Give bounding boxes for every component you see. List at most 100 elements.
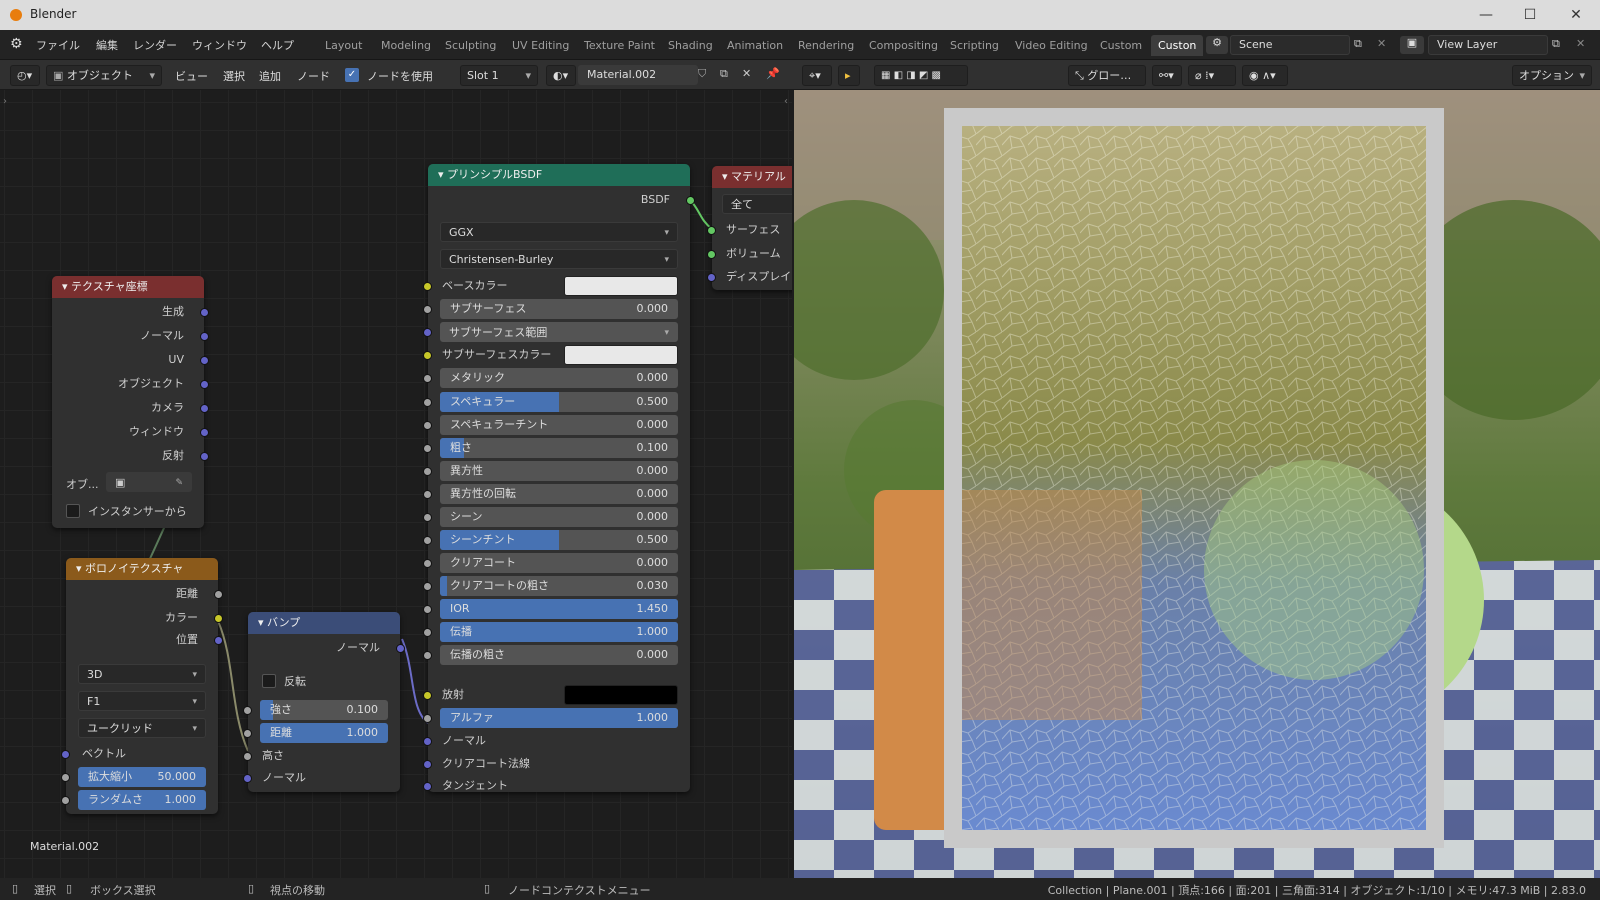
emission-color-swatch[interactable] — [564, 685, 678, 705]
menu-edit[interactable]: 編集 — [96, 37, 118, 53]
object-picker-field[interactable]: ▣ ✎ — [106, 472, 192, 492]
pivot-icon[interactable]: ⚯▾ — [1152, 65, 1182, 86]
socket[interactable] — [423, 444, 432, 453]
tab-compositing[interactable]: Compositing — [862, 35, 945, 56]
distribution-dropdown[interactable]: GGX ▾ — [440, 222, 678, 242]
socket[interactable] — [423, 282, 432, 291]
socket[interactable] — [423, 305, 432, 314]
socket[interactable] — [423, 605, 432, 614]
pin-icon[interactable]: 📌 — [766, 67, 780, 80]
menu-add[interactable]: 追加 — [259, 68, 281, 84]
feature-dropdown[interactable]: F1 ▾ — [78, 691, 206, 711]
bsdf-value-field[interactable]: シーン 0.000 — [440, 507, 678, 527]
bsdf-value-field[interactable]: 異方性の回転 0.000 — [440, 484, 678, 504]
strength-field[interactable]: 強さ 0.100 — [260, 700, 388, 720]
bsdf-value-field[interactable]: 伝播 1.000 — [440, 622, 678, 642]
tab-scripting[interactable]: Scripting — [943, 35, 1006, 56]
menu-render[interactable]: レンダー — [133, 37, 177, 53]
3d-viewport[interactable] — [794, 90, 1600, 878]
view-layer-field[interactable]: View Layer — [1428, 35, 1548, 55]
bump-node[interactable]: ▾ バンプ ノーマル 反転 強さ 0.100 距離 1.000 高さ ノーマル — [243, 612, 405, 792]
socket[interactable] — [243, 706, 252, 715]
bsdf-value-field[interactable]: クリアコート 0.000 — [440, 553, 678, 573]
blender-menu-icon[interactable]: ⚙ — [10, 36, 23, 52]
menu-select[interactable]: 選択 — [223, 68, 245, 84]
socket[interactable] — [200, 428, 209, 437]
bsdf-value-field[interactable]: シーンチント 0.500 — [440, 530, 678, 550]
socket[interactable] — [243, 774, 252, 783]
fake-user-icon[interactable]: ⛉ — [698, 67, 706, 81]
snap-icon[interactable]: ⌀ ⁞▾ — [1188, 65, 1236, 86]
socket[interactable] — [423, 328, 432, 337]
bsdf-value-field[interactable]: アルファ 1.000 — [440, 708, 678, 728]
socket[interactable] — [423, 651, 432, 660]
slot-dropdown[interactable]: Slot 1 ▾ — [460, 65, 538, 86]
tab-custom[interactable]: Custom — [1093, 35, 1149, 56]
socket[interactable] — [423, 691, 432, 700]
bsdf-value-field[interactable]: IOR 1.450 — [440, 599, 678, 619]
socket[interactable] — [423, 628, 432, 637]
socket[interactable] — [423, 421, 432, 430]
socket[interactable] — [423, 536, 432, 545]
minimize-icon[interactable]: — — [1468, 4, 1504, 26]
socket[interactable] — [423, 513, 432, 522]
dimensions-dropdown[interactable]: 3D ▾ — [78, 664, 206, 684]
duplicate-material-icon[interactable]: ⧉ — [720, 67, 728, 81]
randomness-field[interactable]: ランダムさ 1.000 — [78, 790, 206, 810]
menu-view[interactable]: ビュー — [175, 68, 208, 84]
socket[interactable] — [214, 636, 223, 645]
tab-sculpting[interactable]: Sculpting — [438, 35, 503, 56]
node-editor-canvas[interactable]: › ‹ ▾ テクスチャ座標 生成 ノーマル UV オブジェクト カメラ ウィンド… — [0, 90, 792, 878]
new-view-layer-icon[interactable]: ⧉ — [1552, 37, 1560, 51]
tab-video-editing[interactable]: Video Editing — [1008, 35, 1095, 56]
bsdf-value-field[interactable]: サブサーフェス 0.000 — [440, 299, 678, 319]
socket[interactable] — [707, 273, 716, 282]
bsdf-value-field[interactable]: 異方性 0.000 — [440, 461, 678, 481]
socket[interactable] — [423, 559, 432, 568]
tab-uv-editing[interactable]: UV Editing — [505, 35, 576, 56]
scale-field[interactable]: 拡大縮小 50.000 — [78, 767, 206, 787]
socket[interactable] — [423, 467, 432, 476]
delete-scene-icon[interactable]: ✕ — [1377, 37, 1386, 50]
socket[interactable] — [707, 226, 716, 235]
socket[interactable] — [423, 737, 432, 746]
subsurface-method-dropdown[interactable]: Christensen-Burley ▾ — [440, 249, 678, 269]
bsdf-value-field[interactable]: 伝播の粗さ 0.000 — [440, 645, 678, 665]
socket[interactable] — [243, 729, 252, 738]
tab-rendering[interactable]: Rendering — [791, 35, 861, 56]
new-scene-icon[interactable]: ⧉ — [1354, 37, 1362, 51]
socket[interactable] — [423, 490, 432, 499]
socket[interactable] — [423, 582, 432, 591]
socket[interactable] — [707, 250, 716, 259]
toolbar-expand-icon[interactable]: › — [3, 96, 7, 107]
eyedropper-icon[interactable]: ✎ — [175, 473, 183, 493]
node-header[interactable]: ▾ ボロノイテクスチャ — [66, 558, 218, 580]
socket[interactable] — [61, 796, 70, 805]
voronoi-texture-node[interactable]: ▾ ボロノイテクスチャ 距離 カラー 位置 3D ▾ F1 ▾ ユークリッド ▾ ベク… — [61, 558, 223, 814]
subsurface-radius-dropdown[interactable]: サブサーフェス範囲 ▾ — [440, 322, 678, 342]
texture-coordinate-node[interactable]: ▾ テクスチャ座標 生成 ノーマル UV オブジェクト カメラ ウィンドウ 反射… — [52, 276, 209, 528]
viewport-editor-type-icon[interactable]: ⌖▾ — [802, 65, 832, 86]
menu-node[interactable]: ノード — [297, 68, 330, 84]
sidebar-expand-icon[interactable]: ‹ — [784, 96, 788, 107]
select-tool-icon[interactable]: ▸ — [838, 65, 860, 86]
tab-layout[interactable]: Layout — [318, 35, 369, 56]
tab-texture-paint[interactable]: Texture Paint — [577, 35, 662, 56]
socket[interactable] — [200, 356, 209, 365]
close-icon[interactable]: ✕ — [1558, 4, 1594, 26]
socket[interactable] — [423, 351, 432, 360]
distance-field[interactable]: 距離 1.000 — [260, 723, 388, 743]
target-dropdown[interactable]: 全て — [722, 194, 792, 214]
socket[interactable] — [423, 782, 432, 791]
from-instancer-checkbox[interactable] — [66, 504, 80, 518]
node-header[interactable]: ▾ プリンシプルBSDF — [428, 164, 690, 186]
base-color-swatch[interactable] — [564, 276, 678, 296]
socket[interactable] — [214, 614, 223, 623]
node-header[interactable]: ▾ バンプ — [248, 612, 400, 634]
menu-file[interactable]: ファイル — [36, 37, 80, 53]
tab-shading[interactable]: Shading — [661, 35, 720, 56]
socket[interactable] — [423, 760, 432, 769]
socket[interactable] — [200, 380, 209, 389]
socket[interactable] — [200, 332, 209, 341]
menu-help[interactable]: ヘルプ — [261, 37, 294, 53]
